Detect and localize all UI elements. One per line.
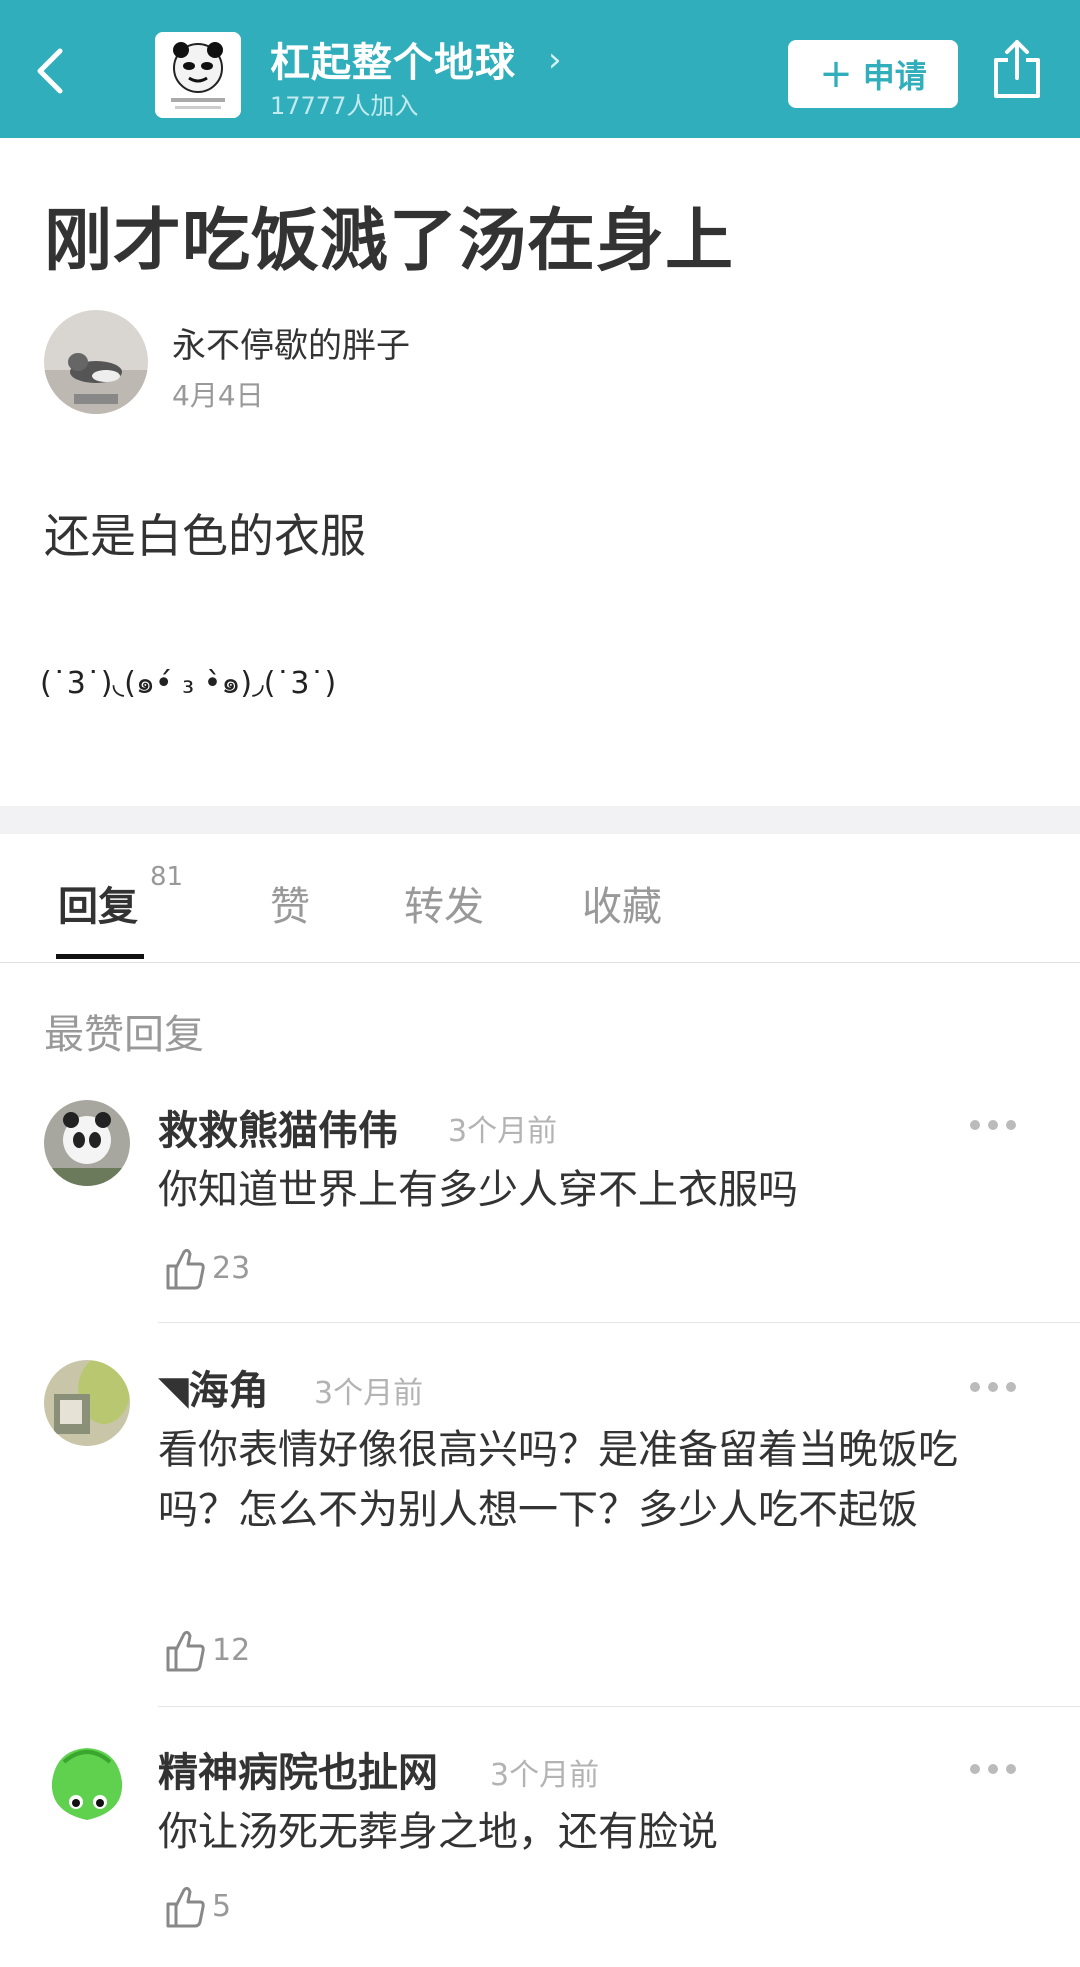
- share-icon[interactable]: [990, 38, 1044, 102]
- like-count: 5: [212, 1888, 232, 1924]
- plus-icon: +: [819, 51, 853, 97]
- comment-text: 看你表情好像很高兴吗？是准备留着当晚饭吃吗？怎么不为别人想一下？多少人吃不起饭: [158, 1427, 958, 1533]
- comment-divider: [158, 1322, 1080, 1323]
- top-replies-label: 最赞回复: [44, 1012, 204, 1058]
- section-divider: [0, 806, 1080, 834]
- more-options-icon[interactable]: [968, 1762, 1018, 1776]
- author-avatar[interactable]: [44, 310, 148, 414]
- post-tabs: 回复 81 赞 转发 收藏: [0, 834, 1080, 963]
- group-header-bar: 杠起整个地球 › 17777人加入 + 申请: [0, 0, 1080, 138]
- commenter-name[interactable]: 精神病院也扯网: [158, 1740, 438, 1798]
- comment-time: 3个月前: [448, 1114, 558, 1149]
- more-options-icon[interactable]: [968, 1118, 1018, 1132]
- group-avatar[interactable]: [155, 32, 241, 118]
- comment-time: 3个月前: [490, 1758, 600, 1793]
- more-options-icon[interactable]: [968, 1380, 1018, 1394]
- apply-button-label: 申请: [862, 57, 927, 95]
- tab-likes[interactable]: 赞: [270, 874, 310, 932]
- like-count: 23: [212, 1250, 251, 1286]
- tab-replies-count: 81: [150, 862, 184, 892]
- group-member-count: 17777人加入: [270, 92, 419, 120]
- chevron-right-icon[interactable]: ›: [548, 40, 562, 80]
- comment-like-button[interactable]: 23: [164, 1246, 250, 1290]
- comment-text: 你让汤死无葬身之地，还有脸说: [158, 1809, 718, 1855]
- author-name[interactable]: 永不停歇的胖子: [172, 318, 410, 367]
- active-tab-indicator: [56, 954, 144, 959]
- group-name[interactable]: 杠起整个地球: [270, 30, 516, 88]
- post-title: 刚才吃饭溅了汤在身上: [44, 202, 735, 281]
- thumbs-up-icon: [166, 1630, 205, 1672]
- tab-favorite[interactable]: 收藏: [582, 874, 662, 932]
- tab-replies-label: 回复: [58, 884, 138, 930]
- tab-forward[interactable]: 转发: [404, 874, 484, 932]
- thumbs-up-icon: [166, 1248, 205, 1290]
- comment-like-button[interactable]: 12: [164, 1628, 250, 1672]
- comment-text: 你知道世界上有多少人穿不上衣服吗: [158, 1167, 798, 1213]
- comment-divider: [158, 1706, 1080, 1707]
- comment-like-button[interactable]: 5: [164, 1884, 231, 1928]
- commenter-avatar[interactable]: [44, 1742, 130, 1828]
- comment-time: 3个月前: [314, 1376, 424, 1411]
- like-count: 12: [212, 1632, 251, 1668]
- post-emoticon: (˙3˙)◟(๑•́ ₃ •̀๑)◞(˙3˙): [40, 666, 337, 701]
- commenter-avatar[interactable]: [44, 1100, 130, 1186]
- apply-join-button[interactable]: + 申请: [788, 40, 958, 108]
- thumbs-up-icon: [166, 1886, 205, 1928]
- commenter-name[interactable]: 救救熊猫伟伟: [158, 1098, 398, 1156]
- tab-replies[interactable]: 回复: [58, 874, 138, 932]
- commenter-name[interactable]: ◥海角: [158, 1358, 269, 1416]
- post-body: 还是白色的衣服: [44, 509, 366, 563]
- back-arrow-icon[interactable]: [30, 46, 70, 96]
- post-date: 4月4日: [172, 379, 264, 412]
- commenter-avatar[interactable]: [44, 1360, 130, 1446]
